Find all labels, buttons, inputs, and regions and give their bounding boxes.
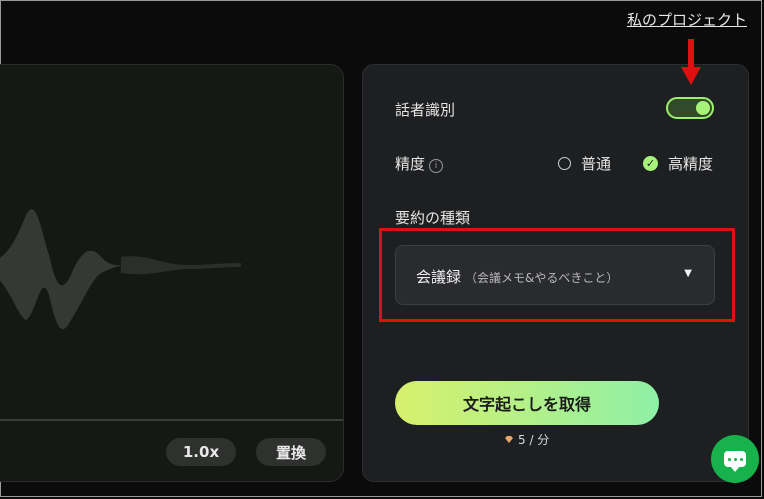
- gem-icon: [505, 436, 513, 443]
- cost-label: 5 / 分: [518, 433, 550, 447]
- timeline-bar[interactable]: [0, 419, 343, 421]
- summary-type-select[interactable]: 会議録 （会議メモ&やるべきこと） ▼: [395, 245, 715, 305]
- replace-button[interactable]: 置換: [256, 438, 326, 466]
- summary-type-label: 要約の種類: [395, 209, 471, 227]
- accuracy-option-normal-label: 普通: [581, 155, 612, 173]
- playback-speed-button[interactable]: 1.0x: [166, 438, 236, 466]
- info-icon[interactable]: i: [429, 159, 444, 173]
- accuracy-label-row: 精度 i: [395, 153, 444, 174]
- accuracy-option-high[interactable]: ✓ 高精度: [643, 153, 713, 174]
- speaker-id-label: 話者識別: [395, 101, 456, 119]
- red-arrow-annotation: [681, 39, 701, 85]
- settings-panel: 話者識別 精度 i 普通 ✓ 高精度 要約の種類 会議録 （会議メモ&やるべきこと）…: [362, 39, 749, 482]
- my-projects-link[interactable]: 私のプロジェクト: [627, 9, 747, 30]
- audio-player-panel: 1.0x 置換: [0, 64, 344, 482]
- get-transcript-button[interactable]: 文字起こしを取得: [395, 381, 659, 425]
- chat-support-button[interactable]: [711, 435, 759, 483]
- speaker-id-toggle[interactable]: [666, 97, 714, 119]
- cost-indicator: 5 / 分: [505, 431, 549, 448]
- chat-icon: [724, 451, 746, 472]
- radio-checked-icon: ✓: [643, 156, 658, 171]
- toggle-knob: [696, 101, 710, 115]
- select-value: 会議録 （会議メモ&やるべきこと）: [416, 266, 618, 287]
- radio-unchecked-icon: [558, 157, 571, 170]
- waveform: [0, 209, 241, 330]
- accuracy-label: 精度: [395, 155, 426, 173]
- select-value-main: 会議録: [416, 268, 462, 286]
- accuracy-option-high-label: 高精度: [668, 155, 714, 173]
- accuracy-option-normal[interactable]: 普通: [558, 153, 611, 174]
- select-value-note: （会議メモ&やるべきこと）: [465, 271, 619, 285]
- caret-down-icon: ▼: [684, 268, 692, 279]
